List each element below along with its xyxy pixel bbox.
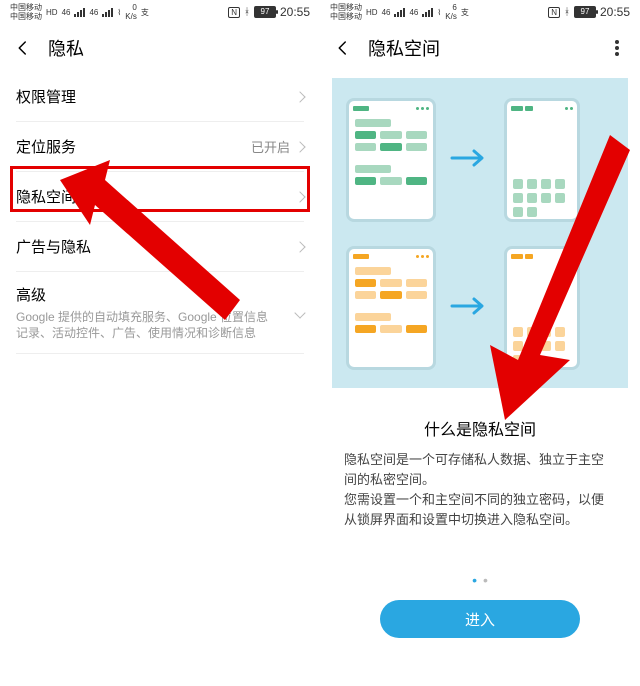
bluetooth-icon: ᚼ <box>564 7 570 18</box>
illustration-main-space <box>346 98 436 222</box>
arrow-right-icon <box>450 148 490 173</box>
back-icon[interactable] <box>334 39 352 57</box>
nfc-icon: N <box>228 7 240 18</box>
wifi-icon: ⌇ <box>437 8 441 17</box>
chevron-right-icon <box>294 91 305 102</box>
info-paragraph: 您需设置一个和主空间不同的独立密码，以便从锁屏界面和设置中切换进入隐私空间。 <box>344 490 616 530</box>
clock: 20:55 <box>600 5 630 19</box>
battery-icon: 97 <box>574 6 596 18</box>
page-title: 隐私空间 <box>368 35 440 61</box>
row-value: 已开启 <box>251 137 290 156</box>
carrier-label: 中国移动 中国移动 <box>10 3 42 21</box>
status-bar: 中国移动 中国移动 HD 46 46 ⌇ 0K/s 支 N ᚼ 97 20:55 <box>0 0 320 24</box>
page-dot: • <box>483 572 488 588</box>
row-permission-management[interactable]: 权限管理 <box>16 72 304 122</box>
page-indicator: •• <box>320 572 640 588</box>
net-speed: 0K/s <box>125 3 137 21</box>
screen-privacy-settings: 中国移动 中国移动 HD 46 46 ⌇ 0K/s 支 N ᚼ 97 20:55 <box>0 0 320 686</box>
back-icon[interactable] <box>14 39 32 57</box>
arrow-right-icon <box>450 296 490 321</box>
illustration-area <box>332 78 628 388</box>
row-private-space[interactable]: 隐私空间 <box>16 172 304 222</box>
info-card: 什么是隐私空间 隐私空间是一个可存储私人数据、独立于主空间的私密空间。 您需设置… <box>332 404 628 544</box>
enter-button[interactable]: 进入 <box>380 600 580 638</box>
illustration-lock-screen <box>504 98 580 222</box>
signal-icon <box>102 8 113 17</box>
status-bar: 中国移动 中国移动 HD 46 46 ⌇ 6K/s 支 N ᚼ 97 20:55 <box>320 0 640 24</box>
chevron-right-icon <box>294 141 305 152</box>
row-location-service[interactable]: 定位服务 已开启 <box>16 122 304 172</box>
alipay-icon: 支 <box>141 7 149 18</box>
info-paragraph: 隐私空间是一个可存储私人数据、独立于主空间的私密空间。 <box>344 450 616 490</box>
signal-icon <box>74 8 85 17</box>
more-icon[interactable] <box>608 39 626 57</box>
info-title: 什么是隐私空间 <box>344 416 616 440</box>
illustration-private-lock-screen <box>504 246 580 370</box>
nfc-icon: N <box>548 7 560 18</box>
screen-private-space-intro: 中国移动 中国移动 HD 46 46 ⌇ 6K/s 支 N ᚼ 97 20:55 <box>320 0 640 686</box>
chevron-right-icon <box>294 191 305 202</box>
row-ads-privacy[interactable]: 广告与隐私 <box>16 222 304 272</box>
row-advanced[interactable]: 高级 Google 提供的自动填充服务、Google 位置信息记录、活动控件、广… <box>16 272 304 354</box>
clock: 20:55 <box>280 5 310 19</box>
page-title: 隐私 <box>48 35 84 61</box>
header: 隐私空间 <box>320 24 640 72</box>
row-subtitle: Google 提供的自动填充服务、Google 位置信息记录、活动控件、广告、使… <box>16 309 304 341</box>
hd-icon: HD <box>46 8 58 17</box>
bluetooth-icon: ᚼ <box>244 7 250 18</box>
chevron-right-icon <box>294 241 305 252</box>
battery-icon: 97 <box>254 6 276 18</box>
wifi-icon: ⌇ <box>117 8 121 17</box>
signal-icon <box>394 8 405 17</box>
page-dot-active: • <box>472 572 477 588</box>
signal-icon <box>422 8 433 17</box>
illustration-private-space <box>346 246 436 370</box>
header: 隐私 <box>0 24 320 72</box>
